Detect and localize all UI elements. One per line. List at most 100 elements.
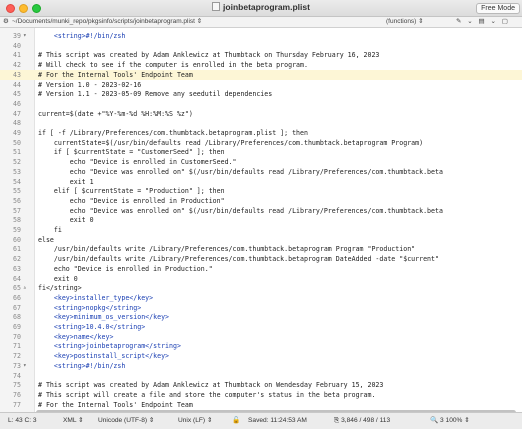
line-number: 67 (13, 303, 21, 312)
code-text: <key>postinstall_script</key> (38, 352, 170, 361)
code-line[interactable]: 69 <string>10.4.0</string> (0, 322, 522, 332)
line-number: 39 (13, 32, 21, 40)
line-number: 57 (13, 206, 21, 215)
code-line[interactable]: 75 # This script was created by Adam Ankl… (0, 380, 522, 390)
code-line[interactable]: 40 (0, 41, 522, 51)
code-line[interactable]: 42 # Will check to see if the computer is… (0, 60, 522, 70)
code-line[interactable]: 76 # This script will create a file and s… (0, 390, 522, 400)
line-number: 45 (13, 90, 21, 99)
code-line[interactable]: 41 # This script was created by Adam Ankl… (0, 50, 522, 60)
code-text: # Will check to see if the computer is e… (38, 61, 308, 70)
code-line[interactable]: 58 exit 0 (0, 215, 522, 225)
line-endings-popup[interactable]: Unix (LF) ⇕ (178, 413, 212, 429)
code-text: elif [ $currentState = "Production" ]; t… (38, 187, 225, 196)
line-number: 43 (13, 70, 21, 79)
code-line[interactable]: 68 <key>minimum_os_version</key> (0, 312, 522, 322)
text-encoding-popup[interactable]: Unicode (UTF-8) ⇕ (98, 413, 154, 429)
lock-icon[interactable]: 🔓 (232, 413, 240, 429)
code-text: echo "Device is enrolled in Production." (38, 264, 213, 273)
line-number: 50 (13, 138, 21, 147)
code-line[interactable]: 67 <string>nopkg</string> (0, 303, 522, 313)
code-line[interactable]: 39 ▾ <string>#!/bin/zsh (0, 31, 522, 41)
zoom-level-popup[interactable]: 🔍 3 100% ⇕ (430, 413, 470, 429)
code-line[interactable]: 47 current=$(date +"%Y-%m-%d %H:%M:%S %z"… (0, 109, 522, 119)
code-text: echo "Device was enrolled on" $(/usr/bin… (38, 167, 443, 176)
code-line[interactable]: 45 # Version 1.1 - 2023-05-09 Remove any … (0, 89, 522, 99)
code-line[interactable]: 72 <key>postinstall_script</key> (0, 351, 522, 361)
line-number: 69 (13, 323, 21, 331)
code-line[interactable]: 73 ▾ <string>#!/bin/zsh (0, 361, 522, 371)
line-number: 52 (13, 158, 21, 167)
code-line[interactable]: 59 fi (0, 225, 522, 235)
line-number: 56 (13, 196, 21, 205)
code-line[interactable]: 49 if [ -f /Library/Preferences/com.thumb… (0, 128, 522, 138)
code-line[interactable]: 66 <key>installer_type</key> (0, 293, 522, 303)
code-text: <key>installer_type</key> (38, 293, 154, 302)
functions-popup[interactable]: (functions) ⇕ (386, 17, 424, 27)
code-line[interactable]: 57 echo "Device was enrolled on" $(/usr/… (0, 206, 522, 216)
line-number: 48 (13, 119, 21, 128)
code-text: <string>joinbetaprogram</string> (38, 342, 181, 351)
free-mode-button[interactable]: Free Mode (476, 3, 520, 14)
code-text: echo "Device is enrolled in Production" (38, 196, 225, 205)
cursor-position[interactable]: L: 43 C: 3 (8, 413, 37, 429)
code-line[interactable]: 53 echo "Device was enrolled on" $(/usr/… (0, 167, 522, 177)
code-line[interactable]: 43 # For the Internal Tools' Endpoint Tea… (0, 69, 522, 80)
code-line[interactable]: 52 echo "Device is enrolled in CustomerS… (0, 157, 522, 167)
code-text: # This script was created by Adam Anklew… (38, 381, 384, 390)
line-number: 44 (13, 80, 21, 89)
code-line[interactable]: 60 else (0, 235, 522, 245)
editor-tools-icons[interactable]: ✎ ⌄ ▤ ⌄ ▢ (456, 17, 510, 27)
code-line[interactable]: 50 currentState=$(/usr/bin/defaults read… (0, 138, 522, 148)
code-text: exit 1 (38, 177, 94, 186)
code-text: # This script will create a file and sto… (38, 390, 376, 399)
line-number: 75 (13, 381, 21, 390)
window-title: joinbetaprogram.plist (0, 2, 522, 12)
text-editor[interactable]: 39 ▾ <string>#!/bin/zsh 40 41 # This script … (0, 28, 522, 412)
code-line[interactable]: 61 /usr/bin/defaults write /Library/Pref… (0, 244, 522, 254)
gear-icon[interactable]: ⚙ (3, 17, 9, 27)
line-number: 62 (13, 255, 21, 264)
code-line[interactable]: 65 ▵ fi</string> (0, 283, 522, 293)
fold-toggle-icon[interactable]: ▾ (23, 361, 31, 371)
code-text: <string>#!/bin/zsh (38, 32, 126, 40)
fold-toggle-icon[interactable]: ▵ (23, 283, 31, 293)
code-text: # For the Internal Tools' Endpoint Team (38, 400, 193, 409)
status-bar: L: 43 C: 3 XML ⇕ Unicode (UTF-8) ⇕ Unix … (0, 412, 522, 429)
line-number: 71 (13, 342, 21, 351)
line-number: 61 (13, 245, 21, 254)
code-line[interactable]: 48 (0, 118, 522, 128)
code-text: <string>10.4.0</string> (38, 323, 146, 331)
code-text: fi</string> (38, 284, 82, 293)
syntax-language-popup[interactable]: XML ⇕ (63, 413, 84, 429)
code-line[interactable]: 62 /usr/bin/defaults write /Library/Pref… (0, 254, 522, 264)
line-number: 55 (13, 187, 21, 196)
line-number: 64 (13, 274, 21, 283)
code-line[interactable]: 54 exit 1 (0, 177, 522, 187)
line-number: 54 (13, 177, 21, 186)
code-line[interactable]: 70 <key>name</key> (0, 332, 522, 342)
code-text: <string>#!/bin/zsh (38, 361, 126, 370)
line-number: 41 (13, 51, 21, 60)
code-line[interactable]: 46 (0, 99, 522, 109)
code-line[interactable]: 51 if [ $currentState = "CustomerSeed" ]… (0, 147, 522, 157)
line-number: 46 (13, 99, 21, 108)
line-number: 68 (13, 313, 21, 322)
navigation-bar: ⚙ ~/Documents/munki_repo/pkgsinfo/script… (0, 17, 522, 28)
line-number: 70 (13, 332, 21, 341)
fold-toggle-icon[interactable]: ▾ (23, 31, 31, 41)
code-line[interactable]: 64 exit 0 (0, 274, 522, 284)
code-text: if [ -f /Library/Preferences/com.thumbta… (38, 129, 308, 137)
code-line[interactable]: 44 # Version 1.0 - 2023-02-16 (0, 80, 522, 90)
code-line[interactable]: 56 echo "Device is enrolled in Productio… (0, 196, 522, 206)
code-line[interactable]: 77 # For the Internal Tools' Endpoint Tea… (0, 400, 522, 410)
line-number: 51 (13, 148, 21, 157)
code-line[interactable]: 63 echo "Device is enrolled in Productio… (0, 264, 522, 274)
code-line[interactable]: 55 elif [ $currentState = "Production" ]… (0, 186, 522, 196)
file-path-popup[interactable]: ~/Documents/munki_repo/pkgsinfo/scripts/… (12, 17, 202, 27)
code-text: <string>nopkg</string> (38, 303, 142, 312)
code-line[interactable]: 71 <string>joinbetaprogram</string> (0, 341, 522, 351)
code-text: # This script was created by Adam Anklew… (38, 51, 380, 60)
code-line[interactable]: 74 (0, 371, 522, 381)
code-text: if [ $currentState = "CustomerSeed" ]; t… (38, 148, 225, 157)
